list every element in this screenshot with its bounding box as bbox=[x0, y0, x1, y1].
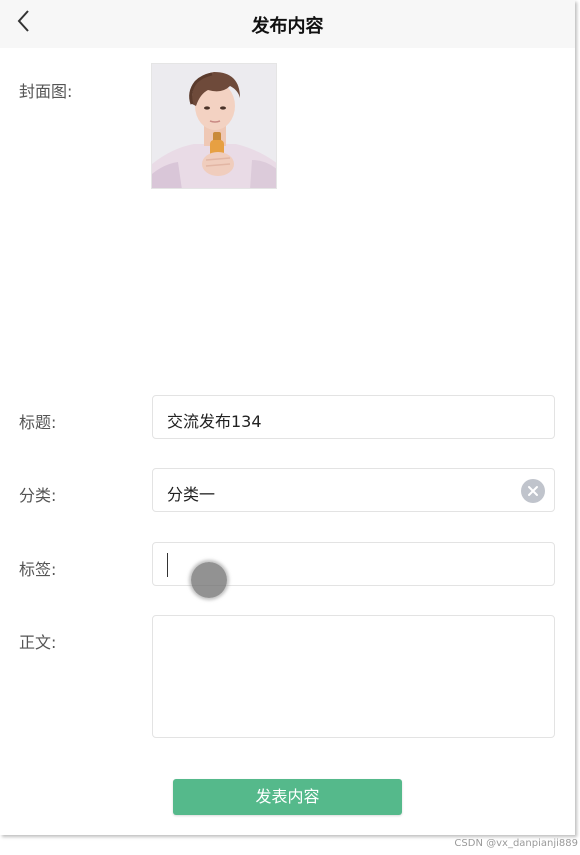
tags-label: 标签: bbox=[19, 560, 57, 579]
cover-label: 封面图: bbox=[19, 82, 73, 101]
publish-page: 发布内容 封面图: 标题: 交流发布134 分类: 分类一 标签: 正文: 发表… bbox=[0, 0, 575, 835]
title-input[interactable]: 交流发布134 bbox=[152, 395, 555, 439]
watermark: CSDN @vx_danpianji889 bbox=[454, 838, 578, 849]
title-label: 标题: bbox=[19, 413, 57, 432]
body-textarea[interactable] bbox=[152, 615, 555, 738]
cover-image[interactable] bbox=[151, 63, 277, 189]
clear-icon[interactable] bbox=[521, 479, 545, 503]
text-cursor bbox=[167, 553, 168, 577]
page-title: 发布内容 bbox=[251, 16, 324, 37]
touch-indicator bbox=[191, 562, 227, 598]
title-input-value: 交流发布134 bbox=[167, 412, 262, 431]
category-select[interactable]: 分类一 bbox=[152, 468, 555, 512]
cover-portrait-image bbox=[152, 64, 276, 188]
publish-button[interactable]: 发表内容 bbox=[173, 779, 402, 815]
category-select-value: 分类一 bbox=[167, 485, 216, 504]
category-label: 分类: bbox=[19, 486, 57, 505]
body-label: 正文: bbox=[19, 633, 57, 652]
nav-bar: 发布内容 bbox=[0, 0, 575, 48]
